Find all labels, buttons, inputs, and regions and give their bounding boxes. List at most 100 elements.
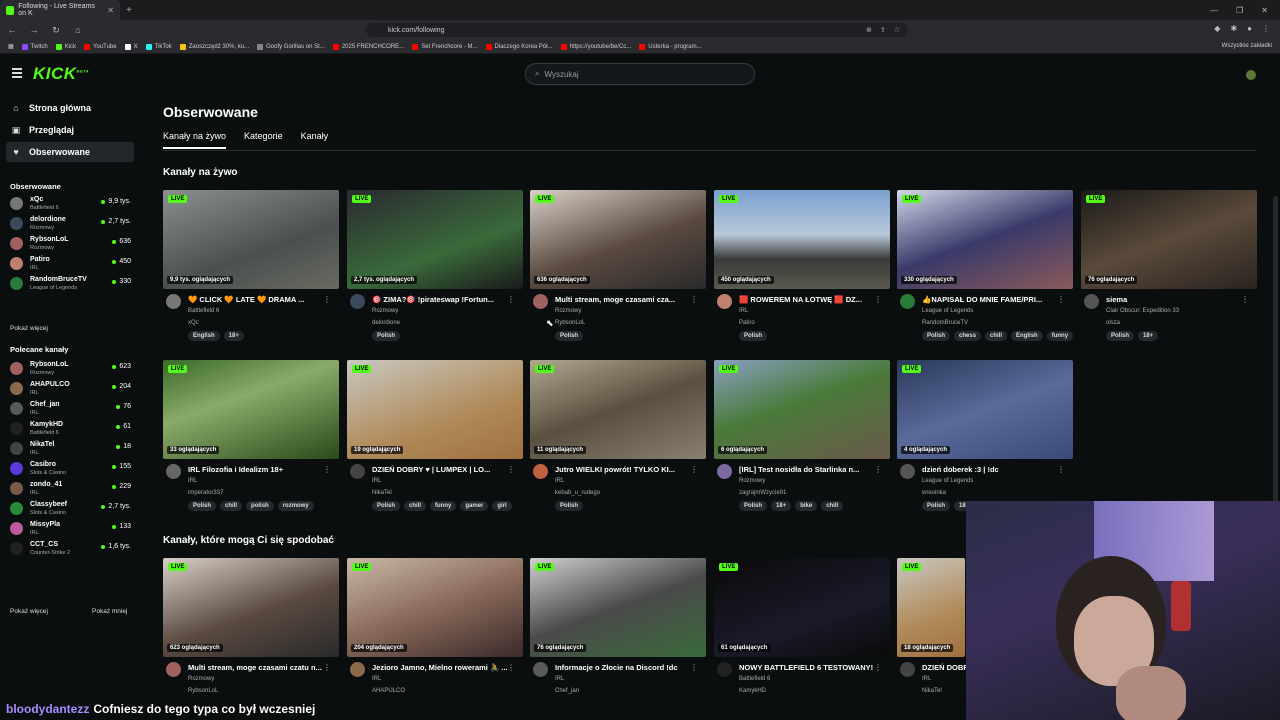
channel-avatar[interactable] bbox=[350, 464, 365, 479]
stream-thumbnail[interactable]: LIVE 76 oglądających bbox=[530, 558, 706, 657]
stream-channel-name[interactable]: RybsonLoL bbox=[188, 688, 218, 694]
stream-category[interactable]: IRL bbox=[555, 676, 564, 682]
stream-title[interactable]: 👍NAPISAŁ DO MNIE FAME/PRI... bbox=[922, 295, 1057, 304]
bookmark-item[interactable]: 2025 FRENCHCORE... bbox=[332, 43, 404, 50]
stream-category[interactable]: Rozmowy bbox=[372, 308, 398, 314]
channel-avatar[interactable] bbox=[900, 662, 915, 677]
stream-category[interactable]: IRL bbox=[188, 478, 197, 484]
stream-thumbnail[interactable]: LIVE 330 oglądających bbox=[897, 190, 1073, 289]
kick-logo[interactable]: KICKBETA bbox=[33, 64, 89, 84]
tag[interactable]: chill bbox=[220, 501, 243, 511]
stream-category[interactable]: IRL bbox=[922, 676, 931, 682]
stream-channel-name[interactable]: RandomBruceTV bbox=[922, 320, 968, 326]
stream-card[interactable]: LIVE 19 oglądających DZIEŃ DOBRY ♥ | LUMPE… bbox=[347, 360, 523, 520]
stream-channel-name[interactable]: wreoinka bbox=[922, 490, 946, 496]
stream-card[interactable]: LIVE 636 oglądających Multi stream, moge c… bbox=[530, 190, 706, 350]
more-options-icon[interactable]: ⋮ bbox=[323, 663, 331, 672]
stream-title[interactable]: [IRL] Test nosidła do Starlinka n... bbox=[739, 465, 874, 474]
tag[interactable]: Polish bbox=[922, 331, 951, 341]
more-options-icon[interactable]: ⋮ bbox=[874, 465, 882, 474]
stream-channel-name[interactable]: zagrajmWzycie91 bbox=[739, 490, 786, 496]
sidebar-item-home[interactable]: ⌂ Strona główna bbox=[6, 98, 134, 118]
stream-category[interactable]: Rozmowy bbox=[739, 478, 765, 484]
stream-thumbnail[interactable]: LIVE 636 oglądających bbox=[530, 190, 706, 289]
channel-avatar[interactable] bbox=[533, 294, 548, 309]
tag[interactable]: Polish bbox=[372, 331, 401, 341]
tag[interactable]: rozmowy bbox=[277, 501, 314, 511]
more-options-icon[interactable]: ⋮ bbox=[874, 663, 882, 672]
stream-thumbnail[interactable]: LIVE 9,9 tys. oglądających bbox=[163, 190, 339, 289]
tag[interactable]: Polish bbox=[922, 501, 951, 511]
stream-thumbnail[interactable]: LIVE 450 oglądających bbox=[714, 190, 890, 289]
channel-avatar[interactable] bbox=[900, 294, 915, 309]
tag[interactable]: chill bbox=[404, 501, 427, 511]
url-field[interactable]: kick.com/following ⊕ ⇪ ☆ bbox=[366, 23, 908, 37]
tag[interactable]: Polish bbox=[1106, 331, 1135, 341]
bookmark-item[interactable]: Kick bbox=[55, 43, 76, 50]
more-options-icon[interactable]: ⋮ bbox=[323, 465, 331, 474]
stream-channel-name[interactable]: RybsonLoL bbox=[555, 320, 585, 326]
tab-live-channels[interactable]: Kanały na żywo bbox=[163, 131, 227, 149]
bookmark-item[interactable]: Set Frenchcore - M... bbox=[412, 43, 478, 50]
reload-icon[interactable]: ↻ bbox=[50, 25, 62, 36]
sidebar-channel-recommended[interactable]: zondo_41 IRL 229 bbox=[10, 478, 134, 498]
share-icon[interactable]: ⇪ bbox=[880, 26, 886, 34]
stream-channel-name[interactable]: olsza bbox=[1106, 320, 1120, 326]
channel-avatar[interactable] bbox=[717, 662, 732, 677]
stream-thumbnail[interactable]: LIVE 11 oglądających bbox=[530, 360, 706, 459]
channel-avatar[interactable] bbox=[1084, 294, 1099, 309]
stream-card[interactable]: LIVE 450 oglądających 🟥 ROWEREM NA ŁOTWĘ 🟥… bbox=[714, 190, 890, 350]
sidebar-channel-recommended[interactable]: AHAPULCO IRL 204 bbox=[10, 378, 134, 398]
tab-channels[interactable]: Kanały bbox=[301, 131, 329, 149]
sidebar-channel-recommended[interactable]: Casibro Slots & Casino 155 bbox=[10, 458, 134, 478]
tag[interactable]: funny bbox=[430, 501, 457, 511]
tag[interactable]: Polish bbox=[372, 501, 401, 511]
stream-card[interactable]: LIVE 18 oglądających DZIEŃ DOBRY IRL NikaTel bbox=[897, 558, 973, 718]
more-options-icon[interactable]: ⋮ bbox=[690, 295, 698, 304]
stream-title[interactable]: Informacje o Złocie na Discord !dc bbox=[555, 663, 690, 672]
back-icon[interactable]: ← bbox=[6, 25, 18, 35]
tag[interactable]: chill bbox=[985, 331, 1008, 341]
sidebar-channel-recommended[interactable]: MissyPla IRL 133 bbox=[10, 518, 134, 538]
stream-card[interactable]: LIVE 76 oglądających siema ⋮ Clair Obscur: E… bbox=[1081, 190, 1257, 350]
stream-title[interactable]: 🎯 ZIMA?🎯 !pirateswap !Fortun... bbox=[372, 295, 507, 304]
bookmark-item[interactable]: https://youtube/be/Cc... bbox=[560, 43, 631, 50]
tab-categories[interactable]: Kategorie bbox=[244, 131, 283, 149]
bookmark-item[interactable]: Dlaczego Korea Pół... bbox=[485, 43, 553, 50]
stream-title[interactable]: Jezioro Jamno, Mielno rowerami 🚴 ... bbox=[372, 663, 507, 672]
stream-channel-name[interactable]: Chef_jan bbox=[555, 688, 579, 694]
stream-thumbnail[interactable]: LIVE 19 oglądających bbox=[347, 360, 523, 459]
stream-title[interactable]: siema bbox=[1106, 295, 1241, 304]
channel-avatar[interactable] bbox=[533, 662, 548, 677]
stream-thumbnail[interactable]: LIVE 6 oglądających bbox=[714, 360, 890, 459]
stream-thumbnail[interactable]: LIVE 204 oglądających bbox=[347, 558, 523, 657]
tag[interactable]: Polish bbox=[555, 501, 584, 511]
stream-title[interactable]: Multi stream, moge czasami czatu n... bbox=[188, 663, 323, 672]
more-options-icon[interactable]: ⋮ bbox=[507, 465, 515, 474]
more-options-icon[interactable]: ⋮ bbox=[507, 295, 515, 304]
star-icon[interactable]: ☆ bbox=[894, 26, 900, 34]
profile-icon[interactable]: ● bbox=[1247, 24, 1252, 33]
show-more-recommended-button[interactable]: Pokaż więcej bbox=[10, 608, 48, 615]
user-avatar[interactable] bbox=[1246, 70, 1256, 80]
stream-title[interactable]: Multi stream, moge czasami cza... bbox=[555, 295, 690, 304]
bookmark-item[interactable]: TikTok bbox=[145, 43, 172, 50]
browser-tab[interactable]: Following - Live Streams on K ✕ bbox=[0, 0, 120, 20]
stream-title[interactable]: NOWY BATTLEFIELD 6 TESTOWANY! bbox=[739, 663, 874, 672]
forward-icon[interactable]: → bbox=[28, 25, 40, 35]
stream-channel-name[interactable]: NikaTel bbox=[372, 490, 392, 496]
stream-channel-name[interactable]: AHAPULCO bbox=[372, 688, 405, 694]
channel-avatar[interactable] bbox=[350, 662, 365, 677]
stream-title[interactable]: DZIEŃ DOBRY ♥ | LUMPEX | LO... bbox=[372, 465, 507, 474]
stream-card[interactable]: LIVE 6 oglądających [IRL] Test nosidła do … bbox=[714, 360, 890, 520]
extension-icon[interactable]: ◆ bbox=[1214, 24, 1220, 33]
stream-channel-name[interactable]: kebab_u_rudego bbox=[555, 490, 600, 496]
apps-icon[interactable]: ▦ bbox=[8, 43, 14, 50]
sidebar-channel-following[interactable]: xQc Battlefield 6 9,9 tys. bbox=[10, 193, 134, 213]
stream-channel-name[interactable]: Patiro bbox=[739, 320, 755, 326]
stream-card[interactable]: LIVE 204 oglądających Jezioro Jamno, Mieln… bbox=[347, 558, 523, 718]
more-options-icon[interactable]: ⋮ bbox=[690, 465, 698, 474]
stream-card[interactable]: LIVE 61 oglądających NOWY BATTLEFIELD 6 TE… bbox=[714, 558, 890, 718]
stream-category[interactable]: Battlefield 6 bbox=[188, 308, 219, 314]
tag[interactable]: gamer bbox=[460, 501, 489, 511]
